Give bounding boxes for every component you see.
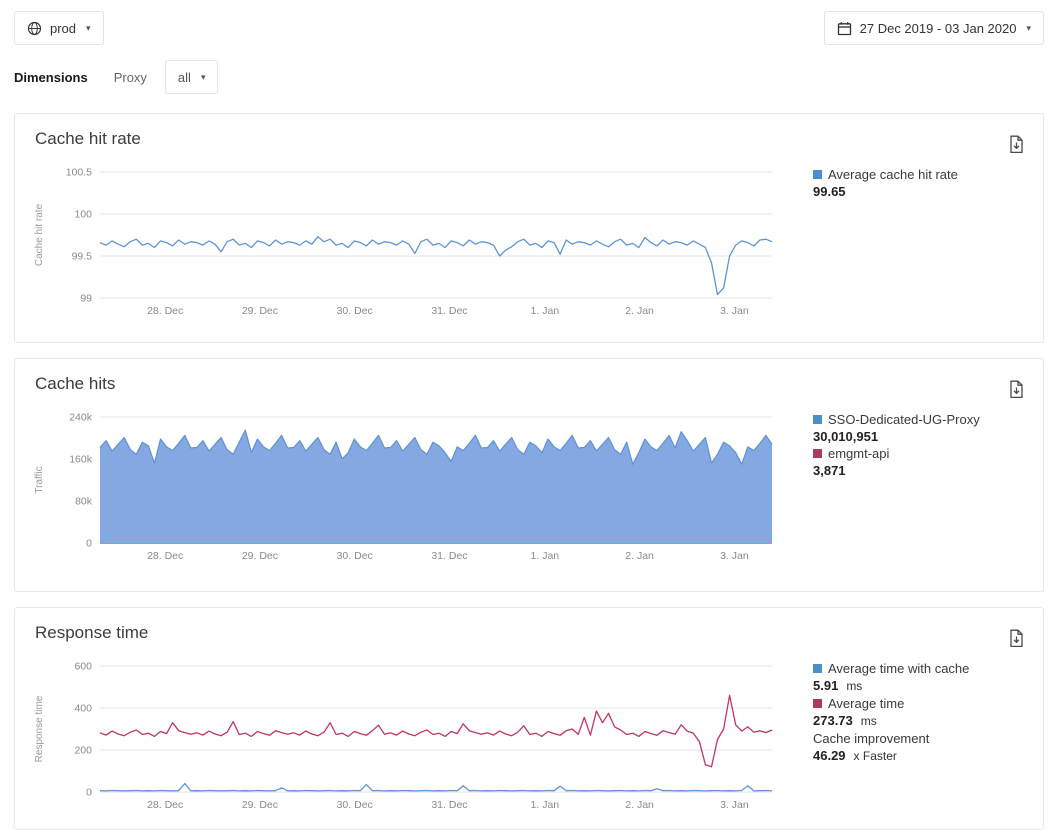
card-cache-hit-rate: Cache hit rate 100.5 100 99.5 99 28. Dec 29. …	[14, 113, 1044, 343]
svg-text:0: 0	[86, 538, 92, 550]
svg-text:3. Jan: 3. Jan	[720, 550, 749, 562]
legend-label: Cache improvement	[813, 730, 929, 747]
legend-item: Average time with cache5.91ms	[813, 660, 969, 695]
legend-swatch	[813, 664, 822, 673]
svg-text:28. Dec: 28. Dec	[147, 305, 183, 317]
svg-text:Traffic: Traffic	[34, 466, 45, 493]
legend-value: 5.91ms	[813, 677, 969, 695]
cache-hits-legend: SSO-Dedicated-UG-Proxy30,010,951emgmt-ap…	[813, 411, 980, 479]
legend-value: 3,871	[813, 462, 980, 479]
svg-text:31. Dec: 31. Dec	[431, 799, 467, 811]
svg-text:1. Jan: 1. Jan	[531, 799, 560, 811]
legend-item: Cache improvement46.29x Faster	[813, 730, 969, 765]
globe-icon	[27, 21, 42, 36]
svg-text:600: 600	[74, 661, 92, 673]
legend-swatch	[813, 170, 822, 179]
cache-hits-chart: 240k 160k 80k 0 28. Dec 29. Dec 30. Dec 31. Dec…	[15, 405, 790, 567]
date-range-label: 27 Dec 2019 - 03 Jan 2020	[860, 21, 1017, 36]
environment-selector[interactable]: prod ▾	[14, 11, 104, 45]
card-header: Cache hit rate	[15, 114, 1043, 160]
svg-text:31. Dec: 31. Dec	[431, 550, 467, 562]
legend-swatch	[813, 699, 822, 708]
svg-text:99: 99	[80, 293, 92, 305]
legend-swatch	[813, 415, 822, 424]
svg-text:29. Dec: 29. Dec	[242, 305, 278, 317]
response-time-legend: Average time with cache5.91msAverage tim…	[813, 660, 969, 765]
legend-item: Average cache hit rate99.65	[813, 166, 958, 200]
svg-text:2. Jan: 2. Jan	[625, 550, 654, 562]
proxy-filter-value: all	[178, 70, 191, 85]
svg-text:400: 400	[74, 703, 92, 715]
svg-text:29. Dec: 29. Dec	[242, 799, 278, 811]
legend-item: emgmt-api3,871	[813, 445, 980, 479]
legend-item: Average time273.73ms	[813, 695, 969, 730]
proxy-filter-dropdown[interactable]: all ▾	[165, 60, 219, 94]
card-title-cache-hits: Cache hits	[35, 374, 115, 394]
svg-text:1. Jan: 1. Jan	[531, 305, 560, 317]
svg-text:31. Dec: 31. Dec	[431, 305, 467, 317]
svg-text:30. Dec: 30. Dec	[337, 550, 373, 562]
cache-hit-rate-legend: Average cache hit rate99.65	[813, 166, 958, 200]
card-title-response-time: Response time	[35, 623, 148, 643]
response-time-chart: 600 400 200 0 28. Dec 29. Dec 30. Dec 31. Dec 1.…	[15, 654, 790, 816]
svg-text:99.5: 99.5	[72, 251, 93, 263]
export-report-button[interactable]	[1006, 627, 1027, 653]
svg-text:30. Dec: 30. Dec	[337, 799, 373, 811]
svg-text:29. Dec: 29. Dec	[242, 550, 278, 562]
svg-text:0: 0	[86, 787, 92, 799]
card-header: Response time	[15, 608, 1043, 654]
svg-text:100: 100	[74, 209, 92, 221]
legend-value: 273.73ms	[813, 712, 969, 730]
svg-text:3. Jan: 3. Jan	[720, 799, 749, 811]
dimension-name-proxy: Proxy	[114, 70, 147, 85]
card-title-cache-hit-rate: Cache hit rate	[35, 129, 141, 149]
card-response-time: Response time 600 400 200 0 28. Dec 29. Dec 30…	[14, 607, 1044, 830]
svg-text:Cache hit rate: Cache hit rate	[34, 203, 45, 266]
card-cache-hits: Cache hits 240k 160k 80k 0 28. Dec 29. Dec 30.…	[14, 358, 1044, 592]
cache-hit-rate-chart: 100.5 100 99.5 99 28. Dec 29. Dec 30. Dec 31. D…	[15, 160, 790, 322]
svg-text:1. Jan: 1. Jan	[531, 550, 560, 562]
legend-label: Average cache hit rate	[828, 166, 958, 183]
filters-row: Dimensions Proxy all ▾	[0, 60, 1058, 94]
legend-value: 46.29x Faster	[813, 747, 969, 765]
svg-text:3. Jan: 3. Jan	[720, 305, 749, 317]
legend-label: SSO-Dedicated-UG-Proxy	[828, 411, 980, 428]
chevron-down-icon: ▾	[1026, 23, 1031, 34]
svg-text:100.5: 100.5	[66, 167, 92, 179]
chevron-down-icon: ▾	[201, 72, 206, 83]
svg-text:30. Dec: 30. Dec	[337, 305, 373, 317]
date-range-picker[interactable]: 27 Dec 2019 - 03 Jan 2020 ▾	[824, 11, 1044, 45]
dimensions-label: Dimensions	[14, 70, 88, 85]
svg-text:Response time: Response time	[34, 695, 45, 762]
legend-label: emgmt-api	[828, 445, 889, 462]
topbar: prod ▾ 27 Dec 2019 - 03 Jan 2020 ▾	[0, 0, 1058, 45]
legend-swatch	[813, 449, 822, 458]
svg-text:28. Dec: 28. Dec	[147, 550, 183, 562]
svg-text:200: 200	[74, 745, 92, 757]
environment-label: prod	[50, 21, 76, 36]
export-report-icon	[1008, 629, 1025, 648]
legend-label: Average time with cache	[828, 660, 969, 677]
legend-label: Average time	[828, 695, 904, 712]
svg-text:80k: 80k	[75, 496, 93, 508]
svg-text:2. Jan: 2. Jan	[625, 799, 654, 811]
export-report-button[interactable]	[1006, 133, 1027, 159]
calendar-icon	[837, 21, 852, 36]
export-report-icon	[1008, 380, 1025, 399]
legend-value: 30,010,951	[813, 428, 980, 445]
legend-value: 99.65	[813, 183, 958, 200]
legend-item: SSO-Dedicated-UG-Proxy30,010,951	[813, 411, 980, 445]
chevron-down-icon: ▾	[86, 23, 91, 34]
svg-text:28. Dec: 28. Dec	[147, 799, 183, 811]
export-report-icon	[1008, 135, 1025, 154]
card-header: Cache hits	[15, 359, 1043, 405]
svg-text:240k: 240k	[69, 412, 93, 424]
export-report-button[interactable]	[1006, 378, 1027, 404]
svg-text:160k: 160k	[69, 454, 93, 466]
svg-text:2. Jan: 2. Jan	[625, 305, 654, 317]
